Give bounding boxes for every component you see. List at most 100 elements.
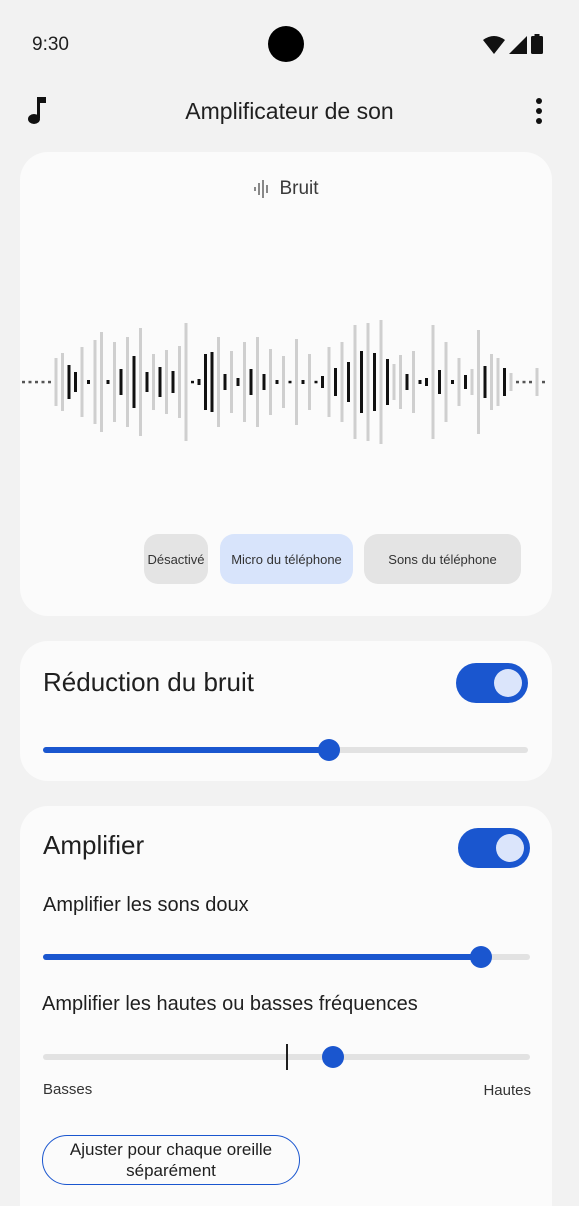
amplify-title: Amplifier bbox=[43, 830, 145, 860]
more-vert-icon[interactable] bbox=[535, 98, 543, 124]
amplify-toggle[interactable] bbox=[458, 828, 530, 868]
waveform-bar bbox=[106, 380, 110, 384]
waveform-bar bbox=[347, 362, 350, 402]
waveform-bar bbox=[386, 359, 389, 405]
waveform-bar bbox=[178, 346, 181, 418]
waveform-bar bbox=[509, 373, 513, 391]
battery-icon bbox=[531, 34, 543, 54]
waveform-card: Bruit Désactivé Micro du téléphone Sons … bbox=[20, 152, 552, 616]
toggle-knob bbox=[494, 669, 522, 697]
waveform-bar bbox=[490, 354, 493, 410]
waveform-bar bbox=[152, 354, 155, 410]
noise-reduction-card: Réduction du bruit bbox=[20, 641, 552, 781]
wifi-icon bbox=[483, 36, 505, 54]
waveform-bar bbox=[529, 380, 532, 384]
waveform-bar bbox=[516, 380, 519, 384]
waveform-bar bbox=[41, 380, 45, 384]
waveform-bar bbox=[132, 356, 136, 408]
frequency-low-label: Basses bbox=[43, 1081, 93, 1098]
frequency-slider[interactable] bbox=[43, 1044, 530, 1070]
frequency-label: Amplifier les hautes ou basses fréquence… bbox=[42, 993, 418, 1015]
waveform-bar bbox=[431, 325, 435, 439]
waveform-bar bbox=[158, 367, 162, 397]
waveform-bar bbox=[496, 358, 500, 406]
waveform-bar bbox=[93, 340, 97, 424]
waveform-bar bbox=[503, 368, 506, 396]
status-bar: 9:30 bbox=[0, 0, 579, 90]
waveform-bar bbox=[230, 351, 233, 413]
waveform-bar bbox=[340, 342, 344, 422]
waveform-bar bbox=[438, 370, 441, 394]
waveform-bar bbox=[282, 356, 285, 408]
waveform-bar bbox=[126, 337, 129, 427]
waveform-bar bbox=[451, 380, 454, 384]
slider-thumb[interactable] bbox=[470, 946, 493, 968]
waveform-bar bbox=[139, 328, 142, 436]
chip-phone-sounds[interactable]: Sons du téléphone bbox=[364, 534, 521, 584]
waveform-bar bbox=[61, 353, 64, 411]
waveform-bar bbox=[74, 372, 77, 392]
signal-icon bbox=[509, 36, 527, 54]
waveform-bar bbox=[113, 342, 116, 422]
waveform-bar bbox=[399, 355, 402, 409]
amplify-card: Amplifier Amplifier les sons doux Amplif… bbox=[20, 806, 552, 1206]
waveform-bar bbox=[22, 380, 25, 384]
waveform-bar bbox=[321, 376, 324, 388]
waveform-bar bbox=[353, 325, 357, 439]
waveform-bar bbox=[373, 353, 376, 411]
audio-waveform bbox=[22, 320, 545, 444]
status-time: 9:30 bbox=[32, 34, 69, 55]
waveform-bar bbox=[223, 374, 227, 390]
waveform-bar bbox=[535, 368, 539, 396]
waveform-bar bbox=[184, 323, 188, 441]
slider-fill bbox=[43, 954, 482, 960]
waveform-bar bbox=[392, 364, 396, 400]
waveform-small-icon bbox=[254, 179, 269, 198]
waveform-bar bbox=[379, 320, 383, 444]
waveform-bar bbox=[477, 330, 480, 434]
waveform-bar bbox=[165, 350, 168, 414]
noise-reduction-slider[interactable] bbox=[43, 739, 528, 761]
waveform-bar bbox=[464, 375, 467, 389]
waveform-bar bbox=[288, 380, 292, 384]
slider-thumb[interactable] bbox=[322, 1046, 345, 1068]
slider-fill bbox=[43, 747, 330, 753]
waveform-bar bbox=[314, 380, 318, 384]
waveform-bar bbox=[412, 351, 415, 413]
waveform-bar bbox=[67, 365, 71, 399]
waveform-bar bbox=[542, 380, 545, 384]
waveform-bar bbox=[444, 342, 448, 422]
noise-reduction-toggle[interactable] bbox=[456, 663, 528, 703]
noise-label: Bruit bbox=[279, 178, 319, 199]
waveform-bar bbox=[197, 379, 201, 385]
waveform-bar bbox=[275, 380, 279, 384]
chip-disabled[interactable]: Désactivé bbox=[144, 534, 208, 584]
front-camera bbox=[268, 26, 304, 62]
chip-phone-mic[interactable]: Micro du téléphone bbox=[220, 534, 353, 584]
waveform-bar bbox=[295, 339, 298, 425]
waveform-bar bbox=[366, 323, 370, 441]
app-title: Amplificateur de son bbox=[185, 98, 394, 124]
waveform-bar bbox=[210, 352, 214, 412]
waveform-bar bbox=[171, 371, 175, 393]
waveform-bar bbox=[54, 358, 58, 406]
soft-sounds-label: Amplifier les sons doux bbox=[43, 894, 249, 916]
waveform-bar bbox=[483, 366, 487, 398]
waveform-bar bbox=[100, 332, 103, 432]
status-icons bbox=[483, 34, 543, 54]
waveform-bar bbox=[262, 374, 266, 390]
waveform-bar bbox=[360, 351, 363, 413]
slider-thumb[interactable] bbox=[318, 739, 341, 761]
waveform-bar bbox=[204, 354, 207, 410]
waveform-bar bbox=[80, 347, 84, 417]
soft-sounds-slider[interactable] bbox=[43, 946, 530, 968]
noise-indicator: Bruit bbox=[20, 178, 552, 200]
toggle-knob bbox=[496, 834, 524, 862]
waveform-bar bbox=[249, 369, 253, 395]
waveform-bar bbox=[191, 380, 194, 384]
waveform-bar bbox=[470, 369, 474, 395]
waveform-bar bbox=[28, 380, 32, 384]
waveform-bar bbox=[301, 380, 305, 384]
adjust-each-ear-button[interactable]: Ajuster pour chaque oreille séparément bbox=[42, 1135, 300, 1185]
waveform-bar bbox=[48, 380, 51, 384]
